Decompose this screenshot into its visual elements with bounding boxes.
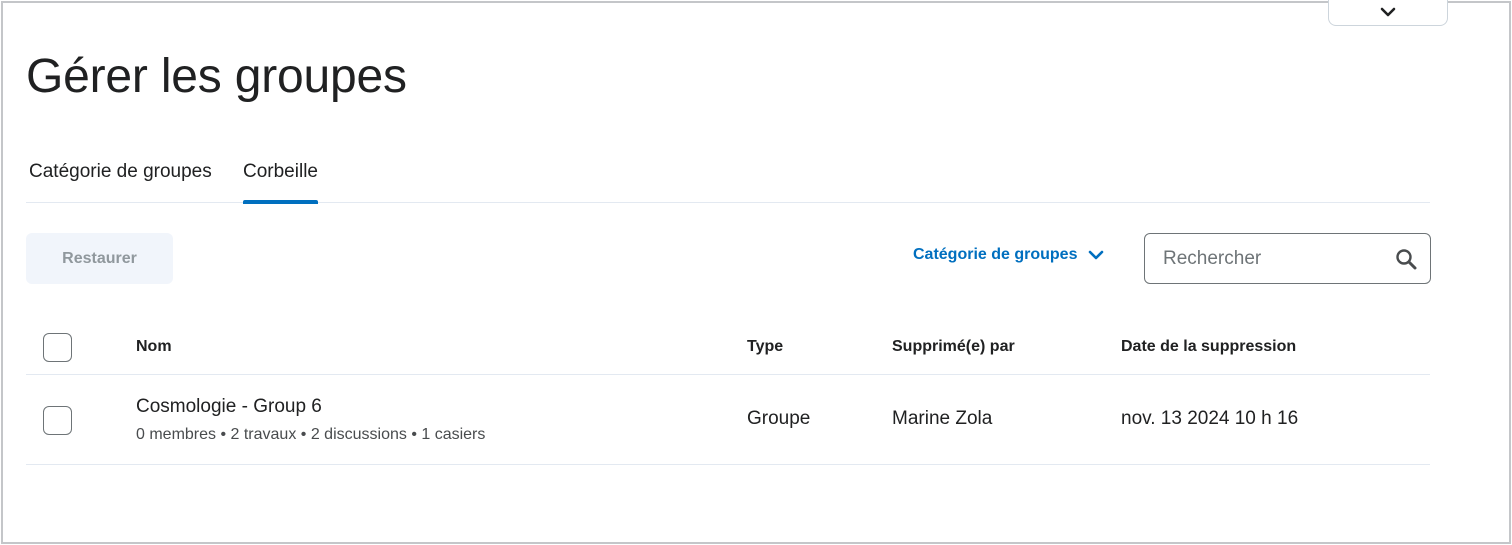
- chevron-down-icon: [1380, 7, 1396, 17]
- recycle-bin-table: Nom Type Supprimé(e) par Date de la supp…: [26, 321, 1430, 465]
- restore-button[interactable]: Restaurer: [26, 233, 173, 284]
- group-type: Groupe: [747, 408, 811, 429]
- search-icon[interactable]: [1394, 247, 1418, 271]
- group-summary: 0 membres • 2 travaux • 2 discussions • …: [136, 426, 486, 443]
- table-header: Nom Type Supprimé(e) par Date de la supp…: [26, 321, 1430, 375]
- tab-recycle-bin[interactable]: Corbeille: [243, 156, 318, 204]
- search-box: [1144, 233, 1431, 284]
- row-select-checkbox[interactable]: [43, 406, 72, 435]
- page-title: Gérer les groupes: [26, 50, 407, 103]
- search-input[interactable]: [1145, 247, 1375, 270]
- deletion-date: nov. 13 2024 10 h 16: [1121, 408, 1299, 429]
- tab-list: Catégorie de groupes Corbeille: [26, 156, 1430, 204]
- tab-group-categories[interactable]: Catégorie de groupes: [29, 156, 212, 203]
- column-header-deletion-date[interactable]: Date de la suppression: [1121, 338, 1296, 356]
- group-name: Cosmologie - Group 6: [136, 396, 322, 417]
- category-filter-dropdown[interactable]: Catégorie de groupes: [913, 246, 1105, 264]
- column-header-type[interactable]: Type: [747, 338, 783, 356]
- column-header-name[interactable]: Nom: [136, 338, 172, 356]
- chevron-down-icon: [1089, 250, 1104, 260]
- deleted-by: Marine Zola: [892, 408, 993, 429]
- table-row: Cosmologie - Group 6 0 membres • 2 trava…: [26, 375, 1430, 465]
- manage-groups-page: Gérer les groupes Catégorie de groupes C…: [1, 0, 1511, 544]
- category-filter-label: Catégorie de groupes: [913, 246, 1078, 263]
- column-header-deleted-by[interactable]: Supprimé(e) par: [892, 338, 1015, 356]
- header-dropdown-toggle[interactable]: [1328, 0, 1448, 26]
- select-all-checkbox[interactable]: [43, 333, 72, 362]
